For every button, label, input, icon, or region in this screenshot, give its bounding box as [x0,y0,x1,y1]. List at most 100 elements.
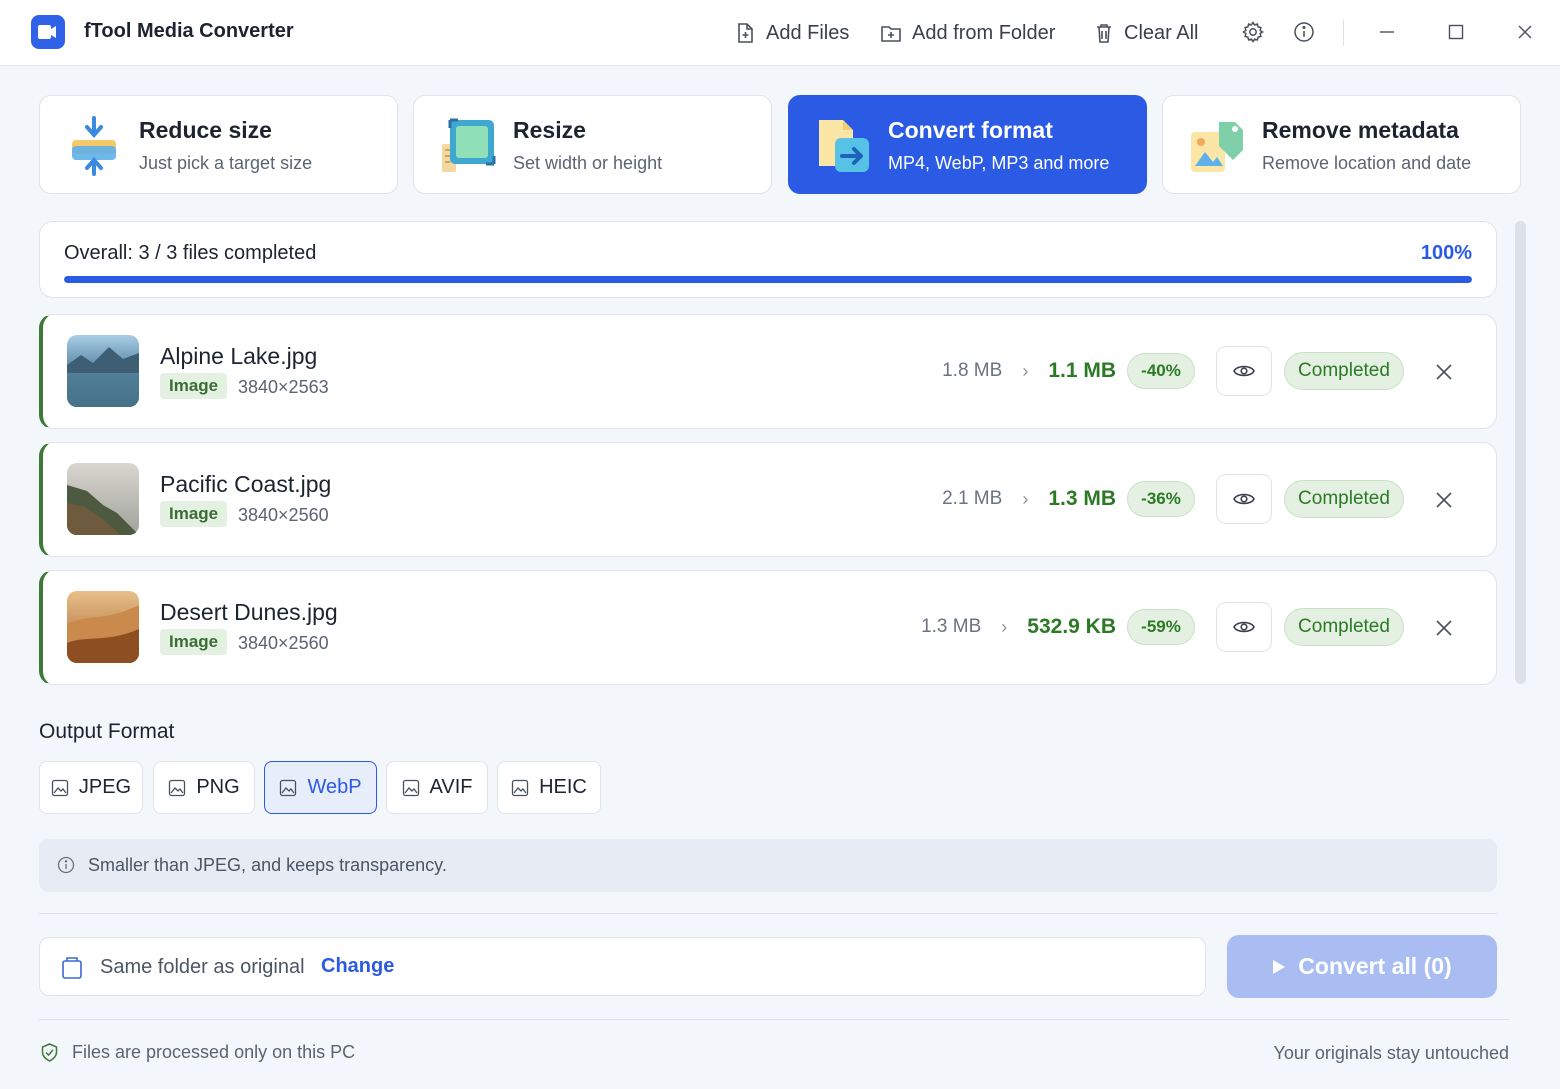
size-comparison: 2.1 MB › 1.3 MB [942,443,1116,555]
chevron-right-icon: › [1022,488,1029,509]
remove-file-icon[interactable] [1431,359,1457,385]
overall-progress-bar [64,276,1472,283]
format-label: WebP [307,776,362,798]
gear-icon[interactable] [1241,20,1265,44]
destination-field: Same folder as original Change [39,937,1206,996]
status-badge: Completed [1284,480,1404,518]
overall-progress-label: Overall: 3 / 3 files completed [64,242,317,264]
image-icon [169,779,186,796]
output-format-title: Output Format [39,720,175,743]
resize-icon [442,118,496,172]
file-thumbnail [67,335,139,407]
mode-card-reduce-size[interactable]: Reduce size Just pick a target size [39,95,398,194]
mode-card-convert-format[interactable]: Convert format MP4, WebP, MP3 and more [788,95,1147,194]
format-option-avif[interactable]: AVIF [386,761,488,814]
play-icon [1273,959,1286,974]
mode-title: Convert format [888,117,1053,143]
mode-card-remove-metadata[interactable]: Remove metadata Remove location and date [1162,95,1521,194]
image-icon [402,779,419,796]
convert-all-button[interactable]: Convert all (0) [1227,935,1497,998]
format-info-text: Smaller than JPEG, and keeps transparenc… [88,855,447,875]
mode-title: Resize [513,117,586,143]
new-size: 1.1 MB [1048,359,1116,382]
overall-progress-fill [64,276,1472,283]
file-row: Desert Dunes.jpg Image 3840×2560 1.3 MB … [39,570,1497,685]
preview-button[interactable] [1216,602,1272,652]
original-size: 1.8 MB [942,360,1003,381]
format-info-banner: Smaller than JPEG, and keeps transparenc… [39,839,1497,892]
preview-button[interactable] [1216,346,1272,396]
file-type-badge: Image [160,501,228,527]
mode-subtitle: MP4, WebP, MP3 and more [888,153,1110,173]
privacy-note: Files are processed only on this PC [41,1042,355,1063]
maximize-icon[interactable] [1444,20,1468,44]
format-option-heic[interactable]: HEIC [497,761,601,814]
mode-card-resize[interactable]: Resize Set width or height [413,95,772,194]
format-option-jpeg[interactable]: JPEG [39,761,143,814]
file-name: Pacific Coast.jpg [160,471,332,497]
format-label: JPEG [78,776,132,798]
file-dimensions: 3840×2560 [238,505,329,525]
remove-file-icon[interactable] [1431,615,1457,641]
eye-icon [1233,493,1255,505]
toolbar-separator [1343,20,1344,46]
app-title: fTool Media Converter [84,20,294,42]
format-option-webp[interactable]: WebP [264,761,377,814]
format-label: HEIC [539,776,587,798]
original-size: 1.3 MB [921,616,982,637]
status-badge: Completed [1284,608,1404,646]
info-icon[interactable] [1292,20,1316,44]
file-row: Pacific Coast.jpg Image 3840×2560 2.1 MB… [39,442,1497,557]
format-option-png[interactable]: PNG [153,761,255,814]
add-from-folder-label: Add from Folder [912,21,1056,44]
mode-subtitle: Set width or height [513,153,663,173]
chevron-right-icon: › [1001,616,1008,637]
overall-progress-percent: 100% [1420,242,1472,264]
image-icon [511,779,529,796]
add-from-folder-button[interactable]: Add from Folder [880,18,1055,48]
image-icon [51,779,69,796]
size-comparison: 1.3 MB › 532.9 KB [921,571,1116,683]
change-destination-link[interactable]: Change [321,955,394,978]
size-comparison: 1.8 MB › 1.1 MB [942,315,1116,427]
size-delta-badge: -59% [1127,609,1195,645]
eye-icon [1233,365,1255,377]
remove-file-icon[interactable] [1431,487,1457,513]
scrollbar[interactable] [1515,221,1526,684]
convert-file-icon [819,120,869,172]
preview-button[interactable] [1216,474,1272,524]
format-label: AVIF [429,776,473,798]
chevron-right-icon: › [1022,360,1029,381]
close-window-icon[interactable] [1513,20,1537,44]
add-files-label: Add Files [766,21,850,44]
mode-title: Reduce size [139,117,272,143]
minimize-icon[interactable] [1375,20,1399,44]
mode-subtitle: Remove location and date [1262,153,1472,173]
compress-icon [72,116,116,176]
file-dimensions: 3840×2560 [238,633,329,653]
add-files-button[interactable]: Add Files [734,18,849,48]
metadata-tag-icon [1191,122,1243,172]
add-folder-icon [881,26,901,42]
image-icon [280,779,297,796]
new-size: 532.9 KB [1027,615,1116,638]
title-bar: fTool Media Converter Add Files Add from… [0,0,1560,66]
convert-all-label: Convert all (0) [1298,953,1452,979]
shield-check-icon [41,1043,58,1062]
clear-all-button[interactable]: Clear All [1094,18,1198,48]
overall-progress-panel: Overall: 3 / 3 files completed 100% [39,221,1497,298]
eye-icon [1233,621,1255,633]
size-delta-badge: -36% [1127,481,1195,517]
folder-icon [62,957,82,979]
clear-all-label: Clear All [1124,21,1199,44]
trash-icon [1097,24,1111,43]
file-thumbnail [67,591,139,663]
add-file-icon [738,23,753,43]
file-name: Desert Dunes.jpg [160,599,338,625]
file-name: Alpine Lake.jpg [160,343,318,369]
file-type-badge: Image [160,629,228,655]
file-dimensions: 3840×2563 [238,377,329,397]
mode-title: Remove metadata [1262,117,1459,143]
privacy-note-text: Files are processed only on this PC [72,1042,356,1062]
format-label: PNG [196,776,240,798]
